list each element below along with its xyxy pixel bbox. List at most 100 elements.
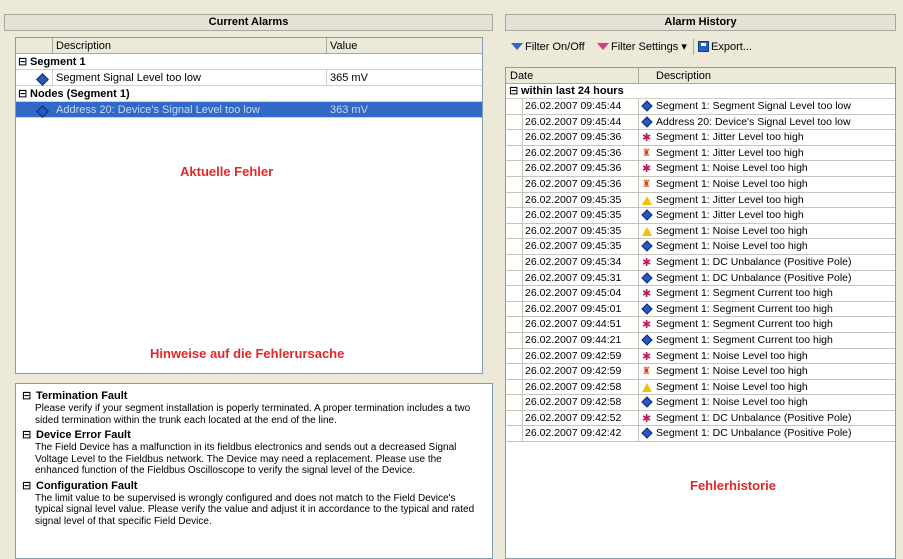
history-row[interactable]: 26.02.2007 09:42:52 ✱ Segment 1: DC Unbala… [506,410,895,427]
collapse-toggle-icon[interactable]: ⊟ [18,86,30,102]
history-row[interactable]: 26.02.2007 09:42:58 Segment 1: Noise Leve… [506,395,895,411]
filter-settings-icon [597,42,609,50]
collapse-toggle-icon[interactable]: ⊟ [22,479,36,493]
group-label: Nodes (Segment 1) [30,88,130,100]
history-row[interactable]: 26.02.2007 09:42:59 ✱ Segment 1: Noise Lev… [506,348,895,365]
history-description: Segment 1: Jitter Level too high [656,209,804,222]
info-diamond-icon [641,100,653,112]
history-row[interactable]: 26.02.2007 09:45:36 ✱ Segment 1: Jitter Le… [506,130,895,146]
history-date: 26.02.2007 09:44:21 [525,333,622,346]
collapse-toggle-icon[interactable]: ⊟ [18,54,30,70]
filter-settings-button[interactable]: Filter Settings ▾ [597,39,687,55]
info-diamond-icon [36,105,49,121]
history-description: Segment 1: Segment Current too high [656,333,833,346]
info-diamond-icon [641,303,653,315]
error-star-icon: ✱ [642,319,652,332]
history-description: Segment 1: Jitter Level too high [656,193,804,206]
filter-toggle-button[interactable]: Filter On/Off [511,39,585,55]
error-star-icon: ✱ [642,256,652,269]
history-date: 26.02.2007 09:42:58 [525,380,622,393]
history-description: Segment 1: Jitter Level too high [656,131,804,144]
history-date: 26.02.2007 09:42:59 [525,349,622,362]
save-disk-icon [698,40,709,52]
warning-triangle-icon [642,382,652,392]
hint-title[interactable]: ⊟ Device Error Fault [22,428,486,442]
history-date: 26.02.2007 09:45:35 [525,240,622,253]
alarm-row-selected[interactable]: Address 20: Device's Signal Level too lo… [16,102,482,118]
history-row[interactable]: 26.02.2007 09:44:51 ✱ Segment 1: Segment C… [506,317,895,333]
hint-text: The Field Device has a malfunction in it… [35,442,457,476]
history-description: Address 20: Device's Signal Level too lo… [656,115,851,128]
dropdown-arrow-icon: ▾ [681,41,687,53]
history-row[interactable]: 26.02.2007 09:45:01 Segment 1: Segment Cu… [506,301,895,318]
history-description: Segment 1: Jitter Level too high [656,146,804,159]
info-diamond-icon [641,240,653,253]
alarm-row[interactable]: Segment Signal Level too low 365 mV [16,70,482,86]
history-description: Segment 1: Noise Level too high [656,396,808,409]
column-header-description[interactable]: Description [56,40,111,52]
history-row[interactable]: 26.02.2007 09:45:04 ✱ Segment 1: Segment C… [506,286,895,302]
error-star-icon: ✱ [642,350,652,363]
history-header: Date Description [506,68,895,84]
alarm-history-title: Alarm History [505,14,896,31]
error-star-icon: ✱ [642,132,652,145]
error-star-icon: ✱ [642,163,652,176]
fault-hints-pane: ⊟ Termination Fault Please verify if your… [15,383,493,559]
error-star-icon: ✱ [642,288,652,301]
info-diamond-icon [641,396,653,408]
collapse-toggle-icon[interactable]: ⊟ [509,84,521,99]
warning-triangle-icon [642,226,652,236]
current-alarms-header: Description Value [16,38,482,54]
history-row[interactable]: 26.02.2007 09:44:21 Segment 1: Segment Cu… [506,332,895,349]
overlay-error-history: Fehlerhistorie [690,478,776,493]
history-group-row[interactable]: ⊟ within last 24 hours [506,84,895,99]
group-row-segment-1[interactable]: ⊟ Segment 1 [16,54,482,70]
history-row[interactable]: 26.02.2007 09:45:36 ♜ Segment 1: Jitter Le… [506,145,895,162]
alarm-bell-icon: ♜ [642,178,651,190]
history-row[interactable]: 26.02.2007 09:45:36 ✱ Segment 1: Noise Lev… [506,161,895,177]
group-row-nodes[interactable]: ⊟ Nodes (Segment 1) [16,86,482,102]
history-date: 26.02.2007 09:45:44 [525,100,622,112]
column-header-description[interactable]: Description [656,70,711,82]
collapse-toggle-icon[interactable]: ⊟ [22,428,36,442]
warning-triangle-icon [642,195,652,205]
export-button[interactable]: Export... [698,39,752,55]
alarm-description: Address 20: Device's Signal Level too lo… [56,104,260,116]
history-row[interactable]: 26.02.2007 09:45:35 Segment 1: Noise Leve… [506,239,895,255]
history-date: 26.02.2007 09:42:52 [525,411,622,424]
history-row[interactable]: 26.02.2007 09:45:44 Address 20: Device's … [506,114,895,131]
group-label: within last 24 hours [521,85,624,97]
history-date: 26.02.2007 09:45:36 [525,162,622,175]
hint-text: The limit value to be supervised is wron… [35,492,475,527]
history-row[interactable]: 26.02.2007 09:45:36 ♜ Segment 1: Noise Lev… [506,176,895,193]
history-row[interactable]: 26.02.2007 09:45:35 Segment 1: Noise Leve… [506,223,895,240]
history-date: 26.02.2007 09:42:42 [525,427,622,440]
history-row[interactable]: 26.02.2007 09:45:31 Segment 1: DC Unbalan… [506,270,895,287]
hint-title[interactable]: ⊟ Configuration Fault [22,479,486,493]
history-row[interactable]: 26.02.2007 09:45:35 Segment 1: Jitter Lev… [506,192,895,209]
history-date: 26.02.2007 09:45:31 [525,271,622,284]
history-row[interactable]: 26.02.2007 09:45:35 Segment 1: Jitter Lev… [506,208,895,224]
hint-title[interactable]: ⊟ Termination Fault [22,389,486,403]
history-toolbar: Filter On/Off Filter Settings ▾ Export..… [505,36,896,58]
column-header-value[interactable]: Value [330,40,357,52]
history-row[interactable]: 26.02.2007 09:45:34 ✱ Segment 1: DC Unbala… [506,254,895,271]
history-description: Segment 1: Noise Level too high [656,365,808,378]
alarm-bell-icon: ♜ [642,366,651,378]
history-description: Segment 1: DC Unbalance (Positive Pole) [656,427,852,440]
history-date: 26.02.2007 09:45:04 [525,287,622,300]
history-date: 26.02.2007 09:45:34 [525,255,622,268]
collapse-toggle-icon[interactable]: ⊟ [22,389,36,403]
history-date: 26.02.2007 09:45:36 [525,177,622,190]
history-description: Segment 1: Noise Level too high [656,224,808,237]
history-row[interactable]: 26.02.2007 09:42:59 ♜ Segment 1: Noise Lev… [506,364,895,380]
history-description: Segment 1: Segment Current too high [656,287,833,300]
history-row[interactable]: 26.02.2007 09:42:42 Segment 1: DC Unbalan… [506,426,895,443]
history-description: Segment 1: Noise Level too high [656,349,808,362]
history-description: Segment 1: Segment Signal Level too low [656,100,851,112]
info-diamond-icon [641,271,653,284]
history-row[interactable]: 26.02.2007 09:45:44 Segment 1: Segment Si… [506,99,895,115]
column-header-date[interactable]: Date [510,70,533,82]
history-row[interactable]: 26.02.2007 09:42:58 Segment 1: Noise Leve… [506,379,895,396]
alarm-value: 363 mV [330,104,368,116]
